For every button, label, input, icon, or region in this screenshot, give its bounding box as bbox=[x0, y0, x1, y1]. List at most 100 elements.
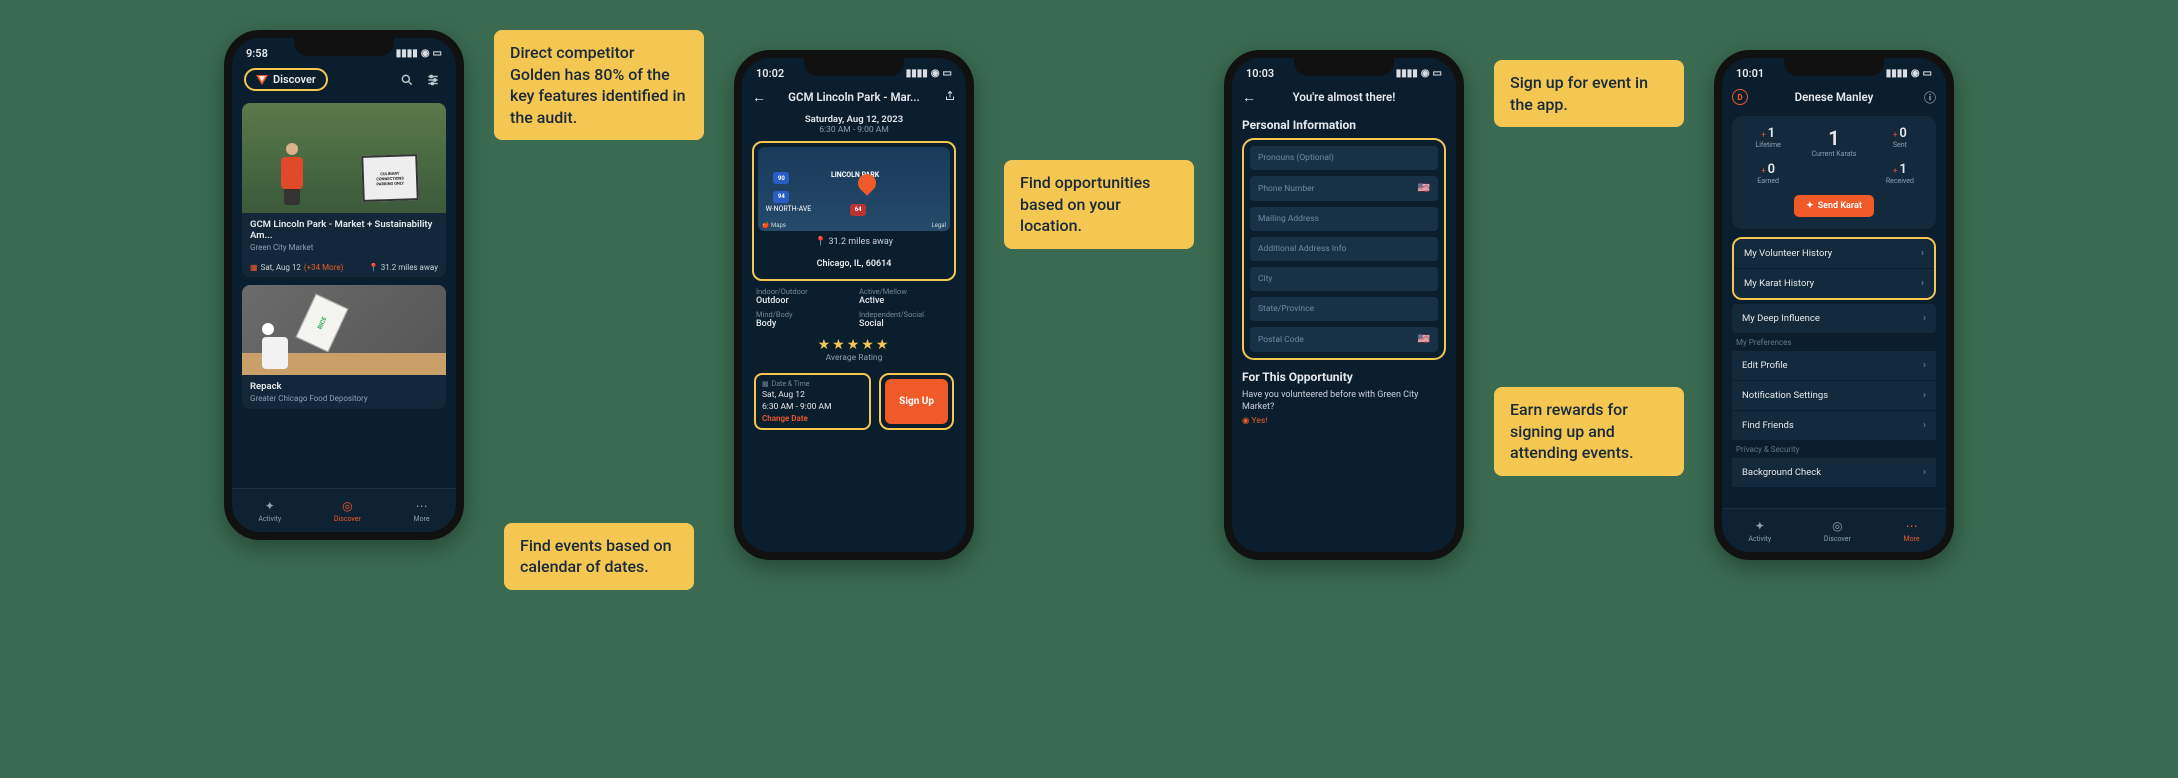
flag-icon[interactable]: 🇺🇸 bbox=[1418, 334, 1430, 345]
chevron-right-icon: › bbox=[1923, 360, 1926, 371]
stat-earned: 0 bbox=[1768, 162, 1775, 177]
city-field[interactable]: City bbox=[1250, 267, 1438, 291]
change-date-link[interactable]: Change Date bbox=[762, 414, 863, 423]
back-icon[interactable]: ← bbox=[1242, 89, 1256, 106]
event-date: Sat, Aug 12 bbox=[261, 263, 301, 272]
callout-location: Find opportunities based on your locatio… bbox=[1004, 160, 1194, 249]
phone-field[interactable]: Phone Number🇺🇸 bbox=[1250, 176, 1438, 201]
wifi-icon: ◉ bbox=[1911, 68, 1920, 79]
tab-bar: ✦Activity ◎Discover ⋯More bbox=[232, 488, 456, 532]
rating-label: Average Rating bbox=[752, 353, 956, 363]
map-provider: 🍎 Maps bbox=[762, 222, 786, 229]
menu-background-check[interactable]: Background Check› bbox=[1732, 458, 1936, 488]
signup-wrap: Sign Up bbox=[879, 373, 954, 430]
wifi-icon: ◉ bbox=[1421, 68, 1430, 79]
send-karat-button[interactable]: ✦Send Karat bbox=[1794, 195, 1874, 217]
map-section: LINCOLN PARK W-NORTH-AVE 90 94 64 🍎 Maps… bbox=[752, 141, 956, 281]
addr2-field[interactable]: Additional Address Info bbox=[1250, 237, 1438, 261]
clock: 10:01 bbox=[1736, 67, 1764, 80]
event-org: Green City Market bbox=[250, 243, 438, 252]
tab-more[interactable]: ⋯More bbox=[1904, 519, 1920, 543]
search-icon[interactable] bbox=[396, 69, 418, 91]
tab-activity[interactable]: ✦Activity bbox=[258, 499, 281, 523]
brand-discover-pill[interactable]: Discover bbox=[244, 68, 328, 91]
attr-label: Active/Mellow bbox=[859, 287, 952, 296]
signal-icon: ▮▮▮▮ bbox=[906, 68, 928, 79]
menu-volunteer-history[interactable]: My Volunteer History› bbox=[1734, 239, 1934, 269]
attr-value: Body bbox=[756, 319, 849, 329]
calendar-icon: ▦ bbox=[762, 380, 769, 388]
notch bbox=[1784, 58, 1884, 76]
event-timerange: 6:30 AM - 9:00 AM bbox=[752, 125, 956, 135]
clock: 10:03 bbox=[1246, 67, 1274, 80]
sparkle-icon: ✦ bbox=[1806, 201, 1814, 211]
avatar[interactable]: D bbox=[1732, 89, 1748, 105]
mailing-field[interactable]: Mailing Address bbox=[1250, 207, 1438, 231]
tab-bar: ✦Activity ◎Discover ⋯More bbox=[1722, 508, 1946, 552]
signal-icon: ▮▮▮▮ bbox=[1396, 68, 1418, 79]
menu-deep-influence[interactable]: My Deep Influence› bbox=[1732, 304, 1936, 334]
page-title: GCM Lincoln Park - Mar... bbox=[788, 90, 920, 104]
attr-label: Independent/Social bbox=[859, 310, 952, 319]
dt-time: 6:30 AM - 9:00 AM bbox=[762, 402, 863, 412]
more-icon: ⋯ bbox=[416, 499, 428, 513]
callout-rewards: Earn rewards for signing up and attendin… bbox=[1494, 387, 1684, 476]
phone-profile: 10:01 ▮▮▮▮ ◉ ▭ D Denese Manley ⓘ +1Lifet… bbox=[1714, 50, 1954, 560]
postal-field[interactable]: Postal Code🇺🇸 bbox=[1250, 327, 1438, 352]
dt-date: Sat, Aug 12 bbox=[762, 390, 863, 400]
form-answer[interactable]: ◉ Yes! bbox=[1242, 416, 1446, 426]
map-view[interactable]: LINCOLN PARK W-NORTH-AVE 90 94 64 🍎 Maps… bbox=[758, 147, 950, 231]
menu-notifications[interactable]: Notification Settings› bbox=[1732, 381, 1936, 411]
discover-label: Discover bbox=[273, 73, 316, 86]
event-image: CULINARY CONNECTIONS PARKING ONLY bbox=[242, 103, 446, 213]
page-title: You're almost there! bbox=[1293, 90, 1396, 104]
pronouns-field[interactable]: Pronouns (Optional) bbox=[1250, 146, 1438, 170]
event-title: Repack bbox=[250, 381, 438, 392]
datetime-box[interactable]: ▦Date & Time Sat, Aug 12 6:30 AM - 9:00 … bbox=[754, 373, 871, 430]
tab-discover[interactable]: ◎Discover bbox=[1824, 519, 1851, 543]
share-icon[interactable] bbox=[944, 90, 956, 105]
wifi-icon: ◉ bbox=[421, 48, 430, 59]
stat-received: 1 bbox=[1899, 162, 1906, 177]
rating-stars: ★★★★★ bbox=[752, 337, 956, 353]
info-icon[interactable]: ⓘ bbox=[1924, 89, 1936, 106]
menu-edit-profile[interactable]: Edit Profile› bbox=[1732, 351, 1936, 381]
event-title: GCM Lincoln Park - Market + Sustainabili… bbox=[250, 219, 438, 241]
phone-signup-form: 10:03 ▮▮▮▮ ◉ ▭ ← You're almost there! Pe… bbox=[1224, 50, 1464, 560]
flag-icon[interactable]: 🇺🇸 bbox=[1418, 183, 1430, 194]
battery-icon: ▭ bbox=[433, 48, 442, 59]
tab-activity[interactable]: ✦Activity bbox=[1748, 519, 1771, 543]
phone-discover: 9:58 ▮▮▮▮ ◉ ▭ Discover bbox=[224, 30, 464, 540]
chevron-right-icon: › bbox=[1923, 420, 1926, 431]
signup-button[interactable]: Sign Up bbox=[885, 379, 948, 424]
personal-info-form: Pronouns (Optional) Phone Number🇺🇸 Maili… bbox=[1242, 138, 1446, 360]
chevron-right-icon: › bbox=[1921, 278, 1924, 289]
attr-value: Outdoor bbox=[756, 296, 849, 306]
tab-more[interactable]: ⋯More bbox=[414, 499, 430, 523]
battery-icon: ▭ bbox=[943, 68, 952, 79]
event-image bbox=[242, 285, 446, 375]
tab-discover[interactable]: ◎Discover bbox=[334, 499, 361, 523]
state-field[interactable]: State/Province bbox=[1250, 297, 1438, 321]
callout-calendar: Find events based on calendar of dates. bbox=[504, 523, 694, 590]
menu-karat-history[interactable]: My Karat History› bbox=[1734, 269, 1934, 298]
event-distance: 31.2 miles away bbox=[381, 263, 438, 272]
calendar-icon: ▦ bbox=[250, 263, 258, 272]
map-legal[interactable]: Legal bbox=[931, 222, 946, 229]
event-card-2[interactable]: Repack Greater Chicago Food Depository bbox=[242, 285, 446, 409]
menu-find-friends[interactable]: Find Friends› bbox=[1732, 411, 1936, 441]
filter-icon[interactable] bbox=[422, 69, 444, 91]
history-menu-group: My Volunteer History› My Karat History› bbox=[1732, 237, 1936, 300]
event-more-dates[interactable]: (+34 More) bbox=[304, 263, 343, 272]
compass-icon: ◎ bbox=[1832, 519, 1842, 533]
wifi-icon: ◉ bbox=[931, 68, 940, 79]
event-city: Chicago, IL, 60614 bbox=[758, 253, 950, 275]
stat-current: 1 bbox=[1828, 126, 1839, 150]
location-pin-icon: 📍 bbox=[369, 263, 379, 272]
callout-competitor: Direct competitor Golden has 80% of the … bbox=[494, 30, 704, 140]
back-icon[interactable]: ← bbox=[752, 89, 766, 106]
signal-icon: ▮▮▮▮ bbox=[396, 48, 418, 59]
event-card-1[interactable]: CULINARY CONNECTIONS PARKING ONLY GCM Li… bbox=[242, 103, 446, 277]
notch bbox=[1294, 58, 1394, 76]
karat-stats-card: +1Lifetime 1Current Karats +0Sent +0Earn… bbox=[1732, 116, 1936, 229]
